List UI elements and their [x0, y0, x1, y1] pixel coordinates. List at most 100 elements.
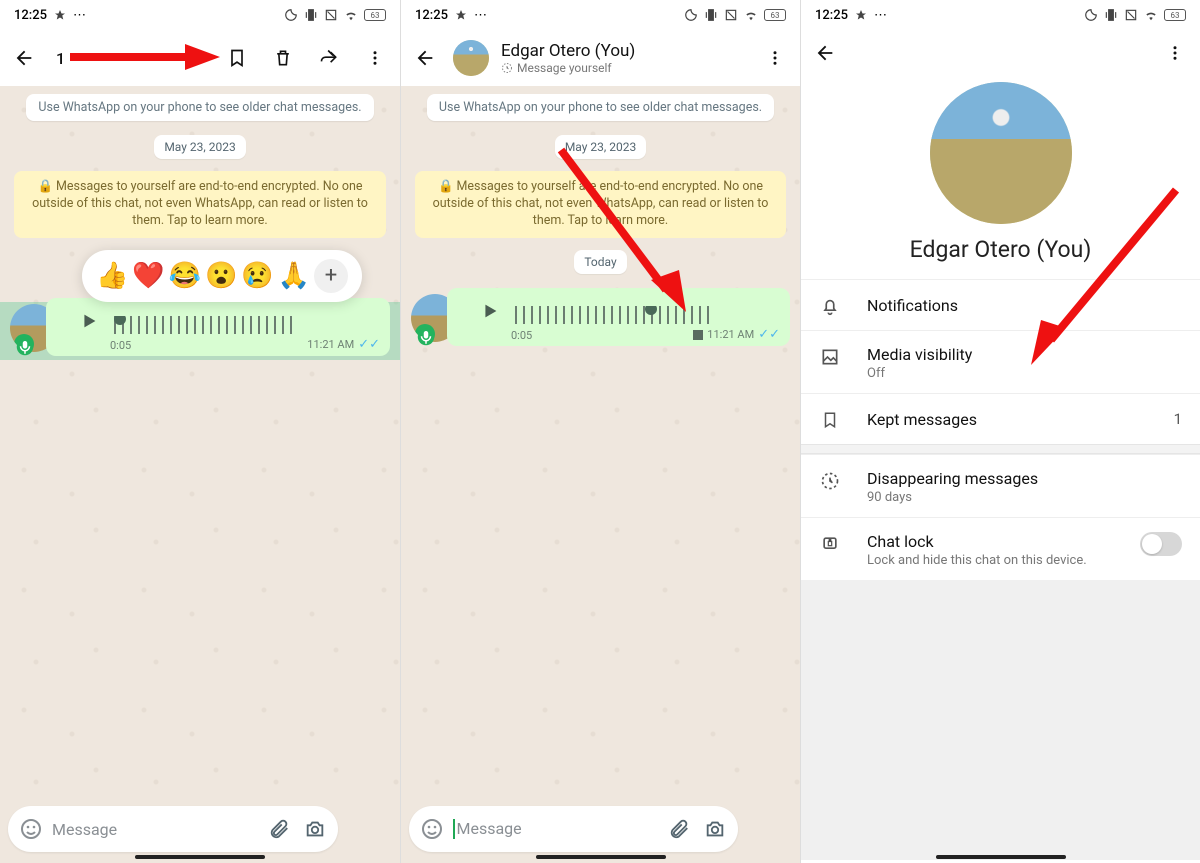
- row-disappearing[interactable]: Disappearing messages 90 days: [801, 454, 1200, 517]
- contact-name: Edgar Otero (You): [501, 41, 635, 61]
- read-ticks-icon: ✓✓: [358, 337, 380, 352]
- voice-duration: 0:05: [110, 339, 131, 352]
- contact-avatar[interactable]: [453, 40, 489, 76]
- voice-bubble[interactable]: 0:05 11:21 AM ✓✓: [46, 298, 390, 357]
- battery-icon: 63: [764, 9, 786, 21]
- chat-title-block[interactable]: Edgar Otero (You) Message yourself: [501, 41, 635, 75]
- camera-icon[interactable]: [300, 814, 330, 844]
- composer: Message: [401, 801, 800, 863]
- status-bar: 12:25 ⋯ 63: [0, 0, 400, 30]
- keep-bookmark-button[interactable]: [220, 41, 254, 75]
- attach-icon[interactable]: [264, 814, 294, 844]
- react-thumbs-up[interactable]: 👍: [96, 261, 128, 291]
- selection-count: 1: [52, 49, 69, 68]
- dnd-icon: [684, 8, 698, 22]
- settings-list: Notifications Media visibility Off Kept …: [801, 279, 1200, 580]
- screen-3-contact-info: 12:25 ⋯ 63 Edgar Otero (You): [800, 0, 1200, 863]
- message-placeholder: Message: [453, 819, 658, 840]
- encryption-banner[interactable]: 🔒Messages to yourself are end-to-end enc…: [14, 171, 386, 238]
- sticker-icon[interactable]: [417, 814, 447, 844]
- chatlock-icon: [819, 534, 841, 554]
- voice-message-row[interactable]: 0:05 11:21 AM ✓✓: [411, 288, 790, 347]
- nosim-icon: [324, 8, 338, 22]
- timer-icon: [819, 471, 841, 491]
- overflow-menu-button[interactable]: [358, 41, 392, 75]
- react-wow[interactable]: 😮: [205, 261, 237, 291]
- kept-indicator-icon: [693, 330, 703, 340]
- mic-badge-icon: [417, 328, 435, 346]
- overflow-menu-button[interactable]: [1158, 36, 1192, 70]
- react-pray[interactable]: 🙏: [278, 261, 310, 291]
- clock: 12:25: [14, 8, 47, 23]
- row-media-visibility[interactable]: Media visibility Off: [801, 330, 1200, 393]
- react-laugh[interactable]: 😂: [169, 261, 201, 291]
- react-more-button[interactable]: +: [314, 259, 348, 293]
- back-button[interactable]: [809, 37, 841, 69]
- message-input-box[interactable]: Message: [409, 806, 738, 852]
- play-button[interactable]: [74, 306, 104, 336]
- status-more: ⋯: [874, 8, 888, 23]
- nav-handle: [936, 855, 1066, 859]
- back-button[interactable]: [8, 42, 40, 74]
- lock-icon: 🔒: [438, 179, 454, 194]
- reaction-picker: 👍 ❤️ 😂 😮 😢 🙏 +: [82, 250, 362, 302]
- chat-body: Use WhatsApp on your phone to see older …: [0, 86, 400, 801]
- forward-button[interactable]: [312, 41, 346, 75]
- waveform[interactable]: [114, 316, 294, 334]
- mic-send-button[interactable]: [346, 806, 392, 852]
- vibrate-icon: [1104, 8, 1118, 22]
- wifi-icon: [744, 8, 758, 22]
- kept-count: 1: [1174, 410, 1182, 428]
- row-chat-lock[interactable]: Chat lock Lock and hide this chat on thi…: [801, 517, 1200, 580]
- nav-handle: [536, 855, 666, 859]
- chat-body: Use WhatsApp on your phone to see older …: [401, 86, 800, 801]
- sticker-icon[interactable]: [16, 814, 46, 844]
- date-chip: May 23, 2023: [154, 135, 245, 159]
- status-icon: [454, 8, 468, 22]
- nosim-icon: [724, 8, 738, 22]
- wifi-icon: [1144, 8, 1158, 22]
- waveform[interactable]: [515, 306, 715, 324]
- bell-icon: [819, 296, 841, 316]
- date-chip-today: Today: [574, 250, 626, 274]
- bookmark-icon: [819, 410, 841, 430]
- battery-icon: 63: [1164, 9, 1186, 21]
- overflow-menu-button[interactable]: [758, 41, 792, 75]
- dnd-icon: [1084, 8, 1098, 22]
- screen-2-chat-view: 12:25 ⋯ 63 Edgar Otero (You) Message you…: [400, 0, 800, 863]
- attach-icon[interactable]: [664, 814, 694, 844]
- voice-message-row[interactable]: 👍 ❤️ 😂 😮 😢 🙏 + 0:05: [10, 298, 390, 357]
- nosim-icon: [1124, 8, 1138, 22]
- delete-button[interactable]: [266, 41, 300, 75]
- chatlock-toggle[interactable]: [1140, 532, 1182, 556]
- voice-timestamp: 11:21 AM ✓✓: [307, 337, 380, 352]
- chat-header: Edgar Otero (You) Message yourself: [401, 30, 800, 86]
- dnd-icon: [284, 8, 298, 22]
- composer: Message: [0, 801, 400, 863]
- react-heart[interactable]: ❤️: [132, 261, 164, 291]
- older-messages-pill[interactable]: Use WhatsApp on your phone to see older …: [427, 94, 774, 121]
- play-button[interactable]: [475, 296, 505, 326]
- battery-icon: 63: [364, 9, 386, 21]
- message-input-box[interactable]: Message: [8, 806, 338, 852]
- encryption-banner[interactable]: 🔒Messages to yourself are end-to-end enc…: [415, 171, 786, 238]
- older-messages-pill[interactable]: Use WhatsApp on your phone to see older …: [26, 94, 373, 121]
- vibrate-icon: [704, 8, 718, 22]
- profile-name: Edgar Otero (You): [910, 236, 1092, 263]
- voice-timestamp: 11:21 AM ✓✓: [693, 327, 780, 342]
- info-header: [801, 30, 1200, 76]
- camera-icon[interactable]: [700, 814, 730, 844]
- row-kept-messages[interactable]: Kept messages 1: [801, 393, 1200, 444]
- profile-avatar[interactable]: [930, 82, 1072, 224]
- voice-bubble[interactable]: 0:05 11:21 AM ✓✓: [447, 288, 790, 347]
- status-icon: [53, 8, 67, 22]
- react-sad[interactable]: 😢: [241, 261, 273, 291]
- date-chip: May 23, 2023: [555, 135, 646, 159]
- mic-send-button[interactable]: [746, 806, 792, 852]
- back-button[interactable]: [409, 42, 441, 74]
- nav-handle: [135, 855, 265, 859]
- section-divider: [801, 444, 1200, 454]
- voice-duration: 0:05: [511, 329, 532, 342]
- row-notifications[interactable]: Notifications: [801, 279, 1200, 330]
- status-more: ⋯: [474, 8, 488, 23]
